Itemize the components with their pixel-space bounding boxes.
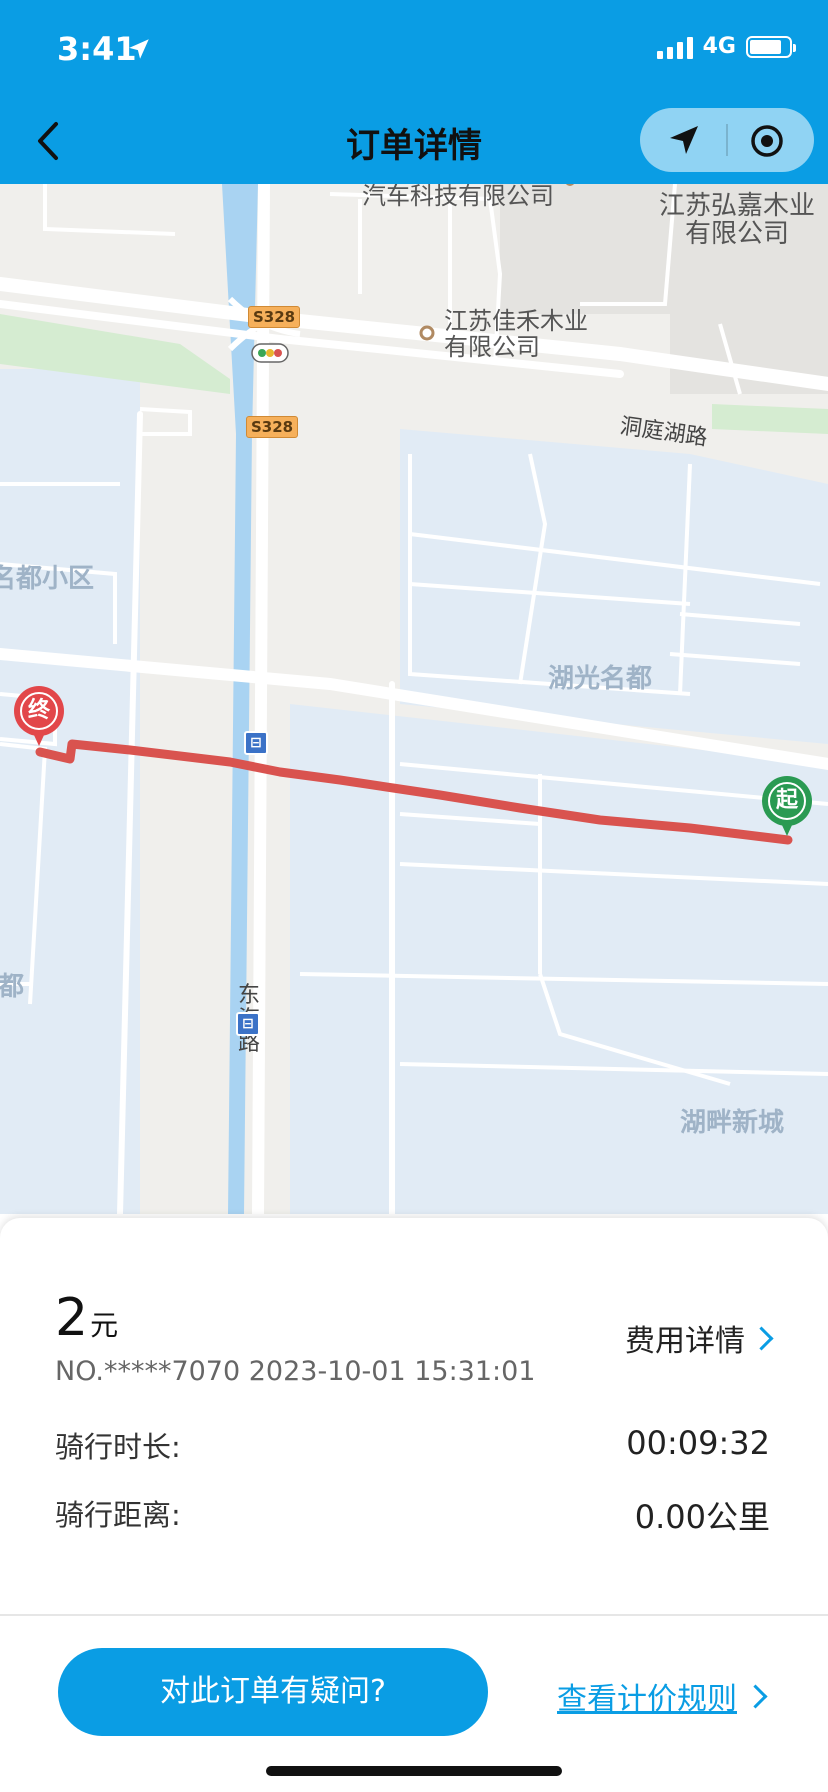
network-type: 4G [702,34,736,59]
start-marker[interactable]: 起 [762,776,812,842]
end-marker[interactable]: 终 [14,686,64,752]
fee-detail-label: 费用详情 [625,1324,745,1359]
distance-row: 骑行距离: 0.00公里 [55,1492,770,1538]
start-marker-label: 起 [768,782,806,820]
divider [0,1614,828,1616]
map-canvas [0,184,828,1214]
poi-label: 江苏弘嘉木业有限公司 [658,191,815,249]
order-number: NO.*****7070 2023-10-01 15:31:01 [55,1356,536,1387]
bus-stop-icon: ⊟ [244,731,268,755]
price-value: 2 [55,1288,89,1348]
district-label: 湖畔新城 [680,1108,785,1138]
signal-icon [656,35,693,59]
order-summary-sheet: 2元 费用详情 NO.*****7070 2023-10-01 15:31:01… [0,1218,828,1792]
district-label: 名都 [0,972,25,1002]
order-question-button[interactable]: 对此订单有疑问? [58,1648,488,1736]
distance-value: 0.00公里 [634,1498,770,1536]
end-marker-label: 终 [20,692,58,730]
navigate-arrow-icon[interactable] [666,122,702,158]
poi-label: 汽车科技有限公司 [362,184,554,210]
fee-detail-link[interactable]: 费用详情 [625,1316,774,1360]
poi-label: 江苏佳禾木业有限公司 [444,307,588,361]
map-controls-capsule [640,108,814,172]
pricing-rules-label: 查看计价规则 [557,1682,737,1717]
duration-row: 骑行时长: 00:09:32 [55,1424,770,1466]
highway-shield: S328 [246,416,299,438]
location-arrow-icon [129,39,149,59]
route-map[interactable]: 汽车科技有限公司 江苏弘嘉木业有限公司 江苏佳禾木业有限公司 名都小区 湖光名都… [0,184,828,1214]
price-unit: 元 [90,1309,119,1342]
highway-shield: S328 [248,306,301,328]
order-price: 2元 [55,1288,118,1348]
duration-value: 00:09:32 [626,1424,770,1462]
status-time: 3:41 [57,30,137,68]
locate-target-icon[interactable] [748,122,786,160]
bus-stop-icon: ⊟ [236,1012,260,1036]
chevron-right-icon [743,1683,768,1709]
duration-label: 骑行时长: [55,1430,181,1464]
home-indicator[interactable] [266,1766,562,1776]
distance-label: 骑行距离: [55,1498,181,1532]
pricing-rules-link[interactable]: 查看计价规则 [557,1674,768,1718]
district-label: 名都小区 [0,564,95,594]
district-label: 湖光名都 [548,664,653,694]
battery-icon [746,35,796,58]
top-bar: 3:41 4G 订单详情 [0,0,828,184]
chevron-right-icon [749,1325,774,1351]
status-indicators: 4G [656,34,796,59]
